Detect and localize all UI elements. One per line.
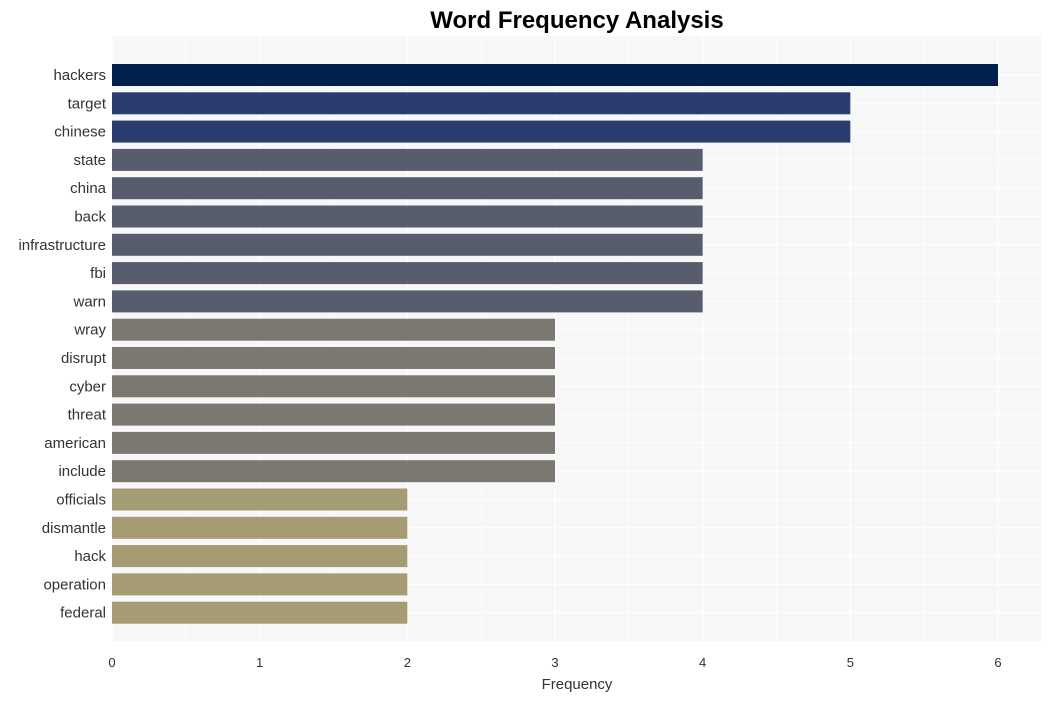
y-label-china: china [70, 180, 107, 197]
y-label-cyber: cyber [69, 378, 106, 395]
bar-infrastructure [112, 233, 703, 256]
x-axis-ticks: 0 1 2 3 4 5 6 [108, 655, 1001, 670]
x-tick-label: 0 [108, 655, 115, 670]
bar-back [112, 205, 703, 228]
y-label-federal: federal [60, 605, 106, 622]
bar-federal [112, 601, 408, 624]
y-label-fbi: fbi [90, 265, 106, 282]
y-label-warn: warn [72, 293, 106, 310]
bar-hackers [112, 64, 998, 86]
x-axis-label: Frequency [542, 676, 613, 693]
y-label-american: american [44, 435, 106, 452]
bar-warn [112, 290, 703, 313]
y-label-threat: threat [68, 407, 107, 424]
y-label-target: target [68, 95, 107, 112]
x-tick-label: 1 [256, 655, 263, 670]
y-label-operation: operation [43, 576, 106, 593]
bar-target [112, 92, 851, 115]
x-tick-label: 5 [847, 655, 854, 670]
y-label-infrastructure: infrastructure [18, 237, 106, 254]
bar-american [112, 431, 555, 454]
y-label-officials: officials [56, 492, 106, 509]
bar-chinese [112, 120, 851, 143]
y-label-hack: hack [74, 548, 106, 565]
x-tick-label: 6 [994, 655, 1001, 670]
y-label-back: back [74, 209, 106, 226]
bar-include [112, 460, 555, 483]
bar-hack [112, 545, 408, 568]
x-tick-label: 2 [404, 655, 411, 670]
y-axis-labels: hackers target chinese state china back infras… [18, 67, 106, 622]
bar-operation [112, 573, 408, 596]
chart-title: Word Frequency Analysis [430, 7, 723, 34]
y-label-chinese: chinese [54, 124, 106, 141]
bar-dismantle [112, 516, 408, 539]
bar-cyber [112, 375, 555, 398]
bar-officials [112, 488, 408, 511]
y-label-wray: wray [73, 322, 106, 339]
bar-threat [112, 403, 555, 426]
bar-china [112, 177, 703, 200]
y-label-state: state [73, 152, 106, 169]
x-tick-label: 3 [551, 655, 558, 670]
bar-fbi [112, 262, 703, 285]
bar-wray [112, 318, 555, 341]
word-frequency-chart: Word Frequency Analysis hackers target chi… [18, 7, 1041, 693]
y-label-include: include [58, 463, 106, 480]
bar-disrupt [112, 347, 555, 369]
y-label-dismantle: dismantle [42, 520, 106, 537]
y-label-hackers: hackers [53, 67, 106, 84]
y-label-disrupt: disrupt [61, 350, 107, 367]
x-tick-label: 4 [699, 655, 706, 670]
bar-state [112, 148, 703, 171]
